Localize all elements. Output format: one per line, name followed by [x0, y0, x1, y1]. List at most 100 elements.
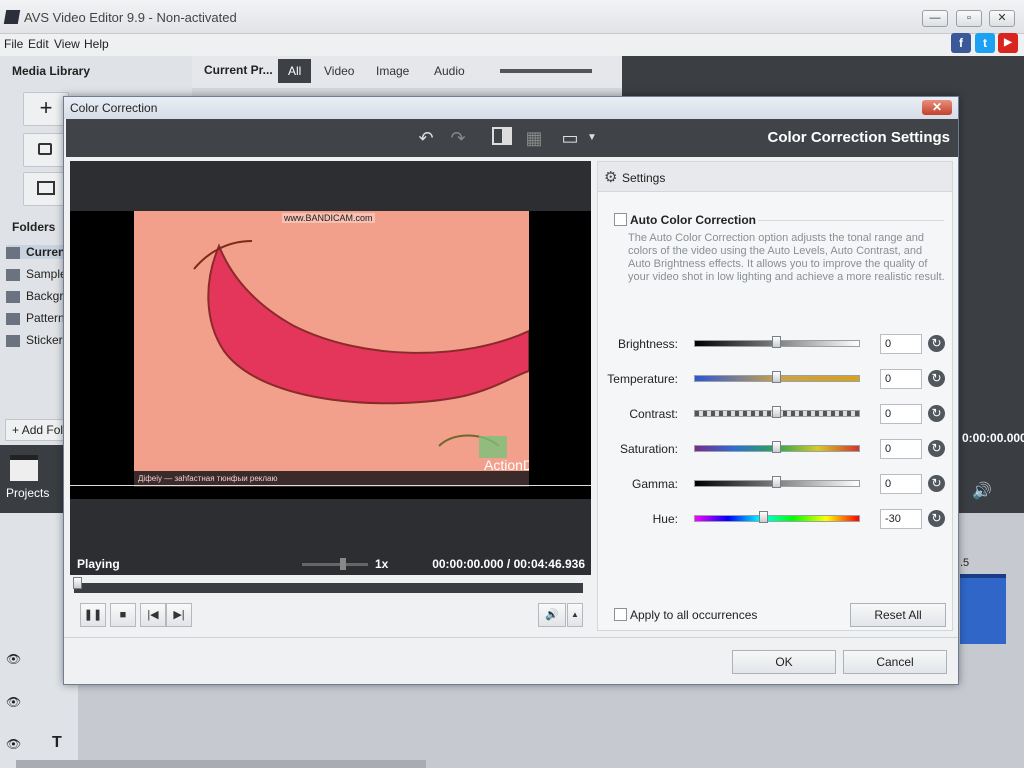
folder-item[interactable]: Stickers: [6, 333, 69, 347]
reset-slider-icon[interactable]: ↻: [928, 335, 945, 352]
settings-heading: Color Correction Settings: [767, 129, 950, 146]
slider-thumb[interactable]: [772, 441, 781, 453]
auto-correction-description: The Auto Color Correction option adjusts…: [628, 232, 945, 283]
player-status-row: Playing 1x 00:00:00.000 / 00:04:46.936: [70, 553, 591, 575]
twitter-icon[interactable]: t: [975, 33, 995, 53]
redo-icon[interactable]: ↷: [446, 127, 470, 149]
seek-thumb[interactable]: [73, 577, 82, 589]
folder-icon: [6, 312, 20, 325]
undo-icon[interactable]: ↶: [414, 127, 438, 149]
seek-bar[interactable]: [74, 583, 583, 593]
minimize-button[interactable]: —: [922, 10, 948, 27]
stop-button[interactable]: ■: [110, 603, 136, 627]
add-folder-button[interactable]: + Add Fol: [5, 419, 65, 441]
close-window-button[interactable]: ✕: [989, 10, 1015, 27]
menu-view[interactable]: View: [54, 37, 80, 51]
facebook-icon[interactable]: f: [951, 33, 971, 53]
projects-label[interactable]: Projects: [6, 486, 49, 500]
slider-value-input[interactable]: 0: [880, 439, 922, 459]
plus-icon: +: [12, 423, 22, 437]
folder-item[interactable]: Curren: [6, 245, 66, 259]
menu-edit[interactable]: Edit: [28, 37, 49, 51]
slider-thumb[interactable]: [772, 476, 781, 488]
folder-item[interactable]: Pattern: [6, 311, 65, 325]
projects-icon[interactable]: [10, 455, 38, 481]
tab-audio[interactable]: Audio: [424, 59, 475, 83]
slider-value-input[interactable]: 0: [880, 334, 922, 354]
menu-help[interactable]: Help: [84, 37, 109, 51]
ok-button[interactable]: OK: [732, 650, 836, 674]
volume-dropdown-button[interactable]: ▲: [567, 603, 583, 627]
settings-tab[interactable]: Settings: [622, 171, 665, 185]
reset-all-button[interactable]: Reset All: [850, 603, 946, 627]
settings-tab-header: ⚙ Settings: [598, 162, 952, 192]
tab-all[interactable]: All: [278, 59, 312, 83]
slider-thumb[interactable]: [772, 406, 781, 418]
volume-icon[interactable]: 🔊: [972, 481, 992, 501]
apply-all-label[interactable]: Apply to all occurrences: [630, 608, 757, 622]
tab-image[interactable]: Image: [366, 59, 419, 83]
apply-all-checkbox[interactable]: [614, 608, 627, 621]
camera-icon: [38, 143, 52, 155]
slider-value-input[interactable]: -30: [880, 509, 922, 529]
folder-item[interactable]: Sample: [6, 267, 67, 281]
video-preview: www.BANDICAM.com ActionDirector Дiфeiy —…: [70, 161, 591, 574]
auto-color-correction-checkbox[interactable]: [614, 213, 627, 226]
folder-item[interactable]: Backgro: [6, 289, 70, 303]
dialog-toolbar: ↶ ↷ ▦ ▭ ▼ Color Correction Settings: [66, 119, 958, 157]
app-logo-icon: [3, 10, 21, 24]
slider-value-input[interactable]: 0: [880, 369, 922, 389]
dialog-close-button[interactable]: ✕: [922, 100, 952, 115]
slider-label: Contrast:: [629, 407, 678, 421]
text-track-icon: T: [52, 734, 62, 751]
playback-status: Playing: [77, 557, 120, 571]
reset-slider-icon[interactable]: ↻: [928, 510, 945, 527]
auto-color-correction-label[interactable]: Auto Color Correction: [630, 213, 756, 227]
pause-button[interactable]: ❚❚: [80, 603, 106, 627]
eye-icon[interactable]: 👁: [6, 737, 21, 751]
horizontal-scrollbar[interactable]: [16, 760, 426, 768]
dialog-title-bar: Color Correction ✕: [64, 97, 958, 119]
previous-frame-button[interactable]: |◀: [140, 603, 166, 627]
folder-icon: [6, 290, 20, 303]
split-view-icon[interactable]: [490, 127, 514, 149]
timeline-ruler-mark: .5: [960, 557, 970, 569]
youtube-icon[interactable]: ▶: [998, 33, 1018, 53]
reset-slider-icon[interactable]: ↻: [928, 475, 945, 492]
zoom-slider[interactable]: [500, 69, 592, 73]
folders-title: Folders: [12, 220, 56, 234]
time-display: 00:00:00.000 / 00:04:46.936: [432, 557, 585, 571]
cancel-button[interactable]: Cancel: [843, 650, 947, 674]
speed-slider[interactable]: [302, 563, 368, 566]
slider-label: Saturation:: [619, 442, 678, 456]
volume-button[interactable]: 🔊: [538, 603, 566, 627]
slider-thumb[interactable]: [772, 371, 781, 383]
reset-slider-icon[interactable]: ↻: [928, 370, 945, 387]
slider-row: Hue: -30 ↻: [598, 507, 952, 531]
menu-file[interactable]: File: [4, 37, 23, 51]
grid-icon[interactable]: ▦: [522, 127, 546, 149]
chevron-down-icon[interactable]: ▼: [580, 127, 604, 149]
menu-bar: File Edit View Help: [0, 34, 1024, 56]
slider-thumb[interactable]: [759, 511, 768, 523]
video-image: [193, 240, 529, 458]
video-progress-line: [70, 485, 591, 486]
slider-row: Gamma: 0 ↻: [598, 472, 952, 496]
slider-thumb[interactable]: [772, 336, 781, 348]
eye-icon[interactable]: 👁: [6, 652, 21, 666]
slider-value-input[interactable]: 0: [880, 474, 922, 494]
current-project-label: Current Pr...: [204, 63, 273, 77]
eye-icon[interactable]: 👁: [6, 695, 21, 709]
slider-track[interactable]: [694, 515, 860, 522]
slider-value-input[interactable]: 0: [880, 404, 922, 424]
monitor-icon[interactable]: ▭: [558, 127, 582, 149]
maximize-button[interactable]: ▫: [956, 10, 982, 27]
timeline-clip[interactable]: [960, 574, 1006, 644]
speed-slider-thumb[interactable]: [340, 558, 346, 570]
reset-slider-icon[interactable]: ↻: [928, 405, 945, 422]
next-frame-button[interactable]: ▶|: [166, 603, 192, 627]
dialog-footer-divider: [64, 637, 958, 638]
reset-slider-icon[interactable]: ↻: [928, 440, 945, 457]
tab-video[interactable]: Video: [314, 59, 364, 83]
bg-time-display: 0:00:00.000: [962, 431, 1024, 445]
